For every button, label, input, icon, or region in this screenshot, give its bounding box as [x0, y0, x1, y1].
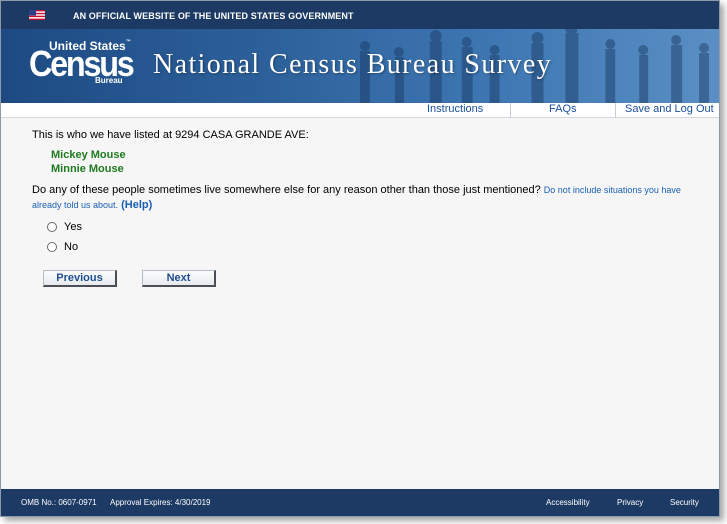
- save-and-logout-link[interactable]: Save and Log Out: [625, 103, 714, 118]
- approval-expiry: Approval Expires: 4/30/2019: [110, 498, 211, 507]
- us-flag-icon: [29, 10, 45, 20]
- browser-frame: AN OFFICIAL WEBSITE OF THE UNITED STATES…: [0, 0, 720, 517]
- survey-content: This is who we have listed at 9294 CASA …: [1, 118, 719, 489]
- radio-no[interactable]: [47, 242, 57, 252]
- instructions-link[interactable]: Instructions: [427, 103, 483, 118]
- site-footer: OMB No.: 0607-0971 Approval Expires: 4/3…: [1, 489, 719, 516]
- faqs-link[interactable]: FAQs: [549, 103, 577, 118]
- person-name: Minnie Mouse: [51, 163, 124, 175]
- site-header: United States™ Census Bureau National Ce…: [1, 29, 719, 103]
- radio-yes[interactable]: [47, 222, 57, 232]
- survey-title: National Census Bureau Survey: [153, 49, 553, 80]
- omb-number: OMB No.: 0607-0971: [21, 498, 97, 507]
- option-yes[interactable]: Yes: [47, 220, 82, 234]
- nav-divider: [510, 103, 511, 118]
- privacy-link[interactable]: Privacy: [617, 498, 643, 507]
- help-link[interactable]: (Help): [121, 199, 152, 211]
- option-no[interactable]: No: [47, 240, 78, 254]
- option-yes-label: Yes: [64, 221, 82, 233]
- top-nav: Instructions FAQs Save and Log Out: [1, 103, 719, 118]
- question-text: Do any of these people sometimes live so…: [32, 184, 541, 196]
- official-banner-text: AN OFFICIAL WEBSITE OF THE UNITED STATES…: [73, 11, 354, 21]
- accessibility-link[interactable]: Accessibility: [546, 498, 590, 507]
- address-intro: This is who we have listed at 9294 CASA …: [32, 129, 309, 141]
- person-name: Mickey Mouse: [51, 149, 126, 161]
- security-link[interactable]: Security: [670, 498, 699, 507]
- next-button[interactable]: Next: [142, 270, 216, 287]
- official-gov-banner: AN OFFICIAL WEBSITE OF THE UNITED STATES…: [1, 1, 719, 29]
- previous-button[interactable]: Previous: [43, 270, 117, 287]
- survey-question: Do any of these people sometimes live so…: [32, 183, 702, 213]
- nav-divider: [615, 103, 616, 118]
- option-no-label: No: [64, 241, 79, 253]
- logo-bureau: Bureau: [95, 76, 123, 85]
